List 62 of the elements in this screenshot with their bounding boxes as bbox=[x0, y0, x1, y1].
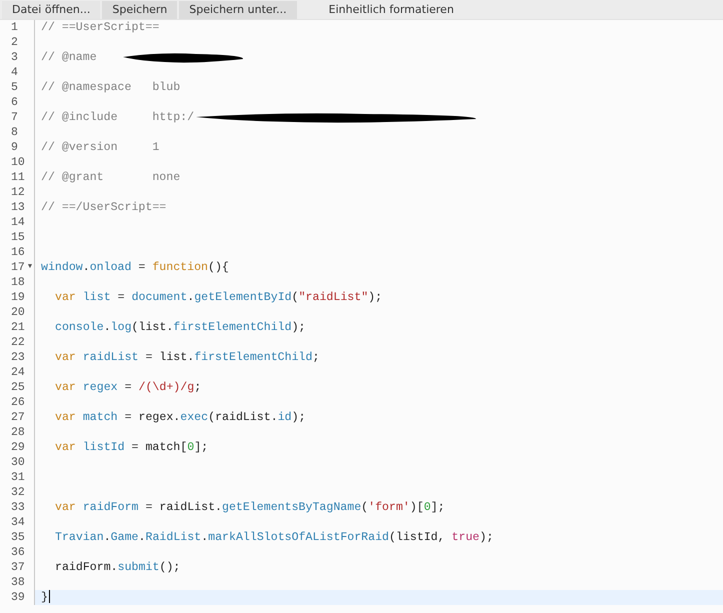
line-number: 17 bbox=[11, 260, 25, 275]
line-number: 5 bbox=[11, 80, 18, 95]
code-line: var list = document.getElementById("raidList"); bbox=[54, 290, 382, 305]
line-number: 8 bbox=[11, 125, 18, 140]
toolbar-button[interactable]: Einheitlich formatieren bbox=[318, 0, 464, 18]
line-number: 22 bbox=[11, 335, 25, 350]
toolbar-button[interactable]: Speichern unter... bbox=[179, 0, 297, 18]
line-number: 21 bbox=[11, 320, 25, 335]
line-number: 38 bbox=[11, 575, 25, 590]
line-number: 2 bbox=[11, 35, 18, 50]
code-line: var listId = match[0]; bbox=[54, 440, 208, 455]
code-line: Travian.Game.RaidList.markAllSlotsOfAListForRaid(listId, true); bbox=[54, 530, 494, 545]
line-number: 34 bbox=[11, 515, 25, 530]
code-line: var raidForm = raidList.getElementsByTagName('form')[0]; bbox=[54, 500, 445, 515]
line-number: 14 bbox=[11, 215, 25, 230]
line-number: 29 bbox=[11, 440, 25, 455]
line-number: 19 bbox=[11, 290, 25, 305]
line-number: 7 bbox=[11, 110, 18, 125]
line-number: 23 bbox=[11, 350, 25, 365]
line-number: 18 bbox=[11, 275, 25, 290]
code-line: raidForm.submit(); bbox=[54, 560, 180, 575]
line-number: 6 bbox=[11, 95, 18, 110]
line-number: 12 bbox=[11, 185, 25, 200]
line-number: 37 bbox=[11, 560, 25, 575]
code-line: var regex = /(\d+)/g; bbox=[54, 380, 202, 395]
code-line: } bbox=[40, 590, 50, 605]
line-number: 15 bbox=[11, 230, 25, 245]
line-number: 33 bbox=[11, 500, 25, 515]
line-number: 24 bbox=[11, 365, 25, 380]
line-number: 31 bbox=[11, 470, 25, 485]
line-number: 36 bbox=[11, 545, 25, 560]
line-number: 1 bbox=[11, 20, 18, 35]
code-line: console.log(list.firstElementChild); bbox=[54, 320, 306, 335]
code-line: // @grant none bbox=[40, 170, 180, 185]
code-line: // @name bbox=[40, 50, 97, 65]
line-number: 26 bbox=[11, 395, 25, 410]
line-number: 27 bbox=[11, 410, 25, 425]
code-line: window.onload = function(){ bbox=[40, 260, 229, 275]
line-number: 9 bbox=[11, 140, 18, 155]
code-editor[interactable] bbox=[0, 20, 723, 605]
line-number: 28 bbox=[11, 425, 25, 440]
code-line: // @include http:/ bbox=[40, 110, 194, 125]
line-number: 35 bbox=[11, 530, 25, 545]
line-number: 39 bbox=[11, 590, 25, 605]
line-number: 30 bbox=[11, 455, 25, 470]
line-number: 4 bbox=[11, 65, 18, 80]
toolbar-button[interactable]: Datei öffnen... bbox=[2, 0, 100, 18]
line-number: 11 bbox=[11, 170, 25, 185]
code-line: // @version 1 bbox=[40, 140, 160, 155]
line-number: 20 bbox=[11, 305, 25, 320]
line-number: 32 bbox=[11, 485, 25, 500]
code-line: // @namespace blub bbox=[40, 80, 180, 95]
line-number: 10 bbox=[11, 155, 25, 170]
toolbar-button[interactable]: Speichern bbox=[102, 0, 178, 18]
code-line: // ==UserScript== bbox=[40, 20, 160, 35]
code-line: // ==/UserScript== bbox=[40, 200, 166, 215]
line-number: 3 bbox=[11, 50, 18, 65]
line-number: 16 bbox=[11, 245, 25, 260]
line-number: 13 bbox=[11, 200, 25, 215]
line-number: 25 bbox=[11, 380, 25, 395]
code-line: var match = regex.exec(raidList.id); bbox=[54, 410, 306, 425]
code-line: var raidList = list.firstElementChild; bbox=[54, 350, 320, 365]
